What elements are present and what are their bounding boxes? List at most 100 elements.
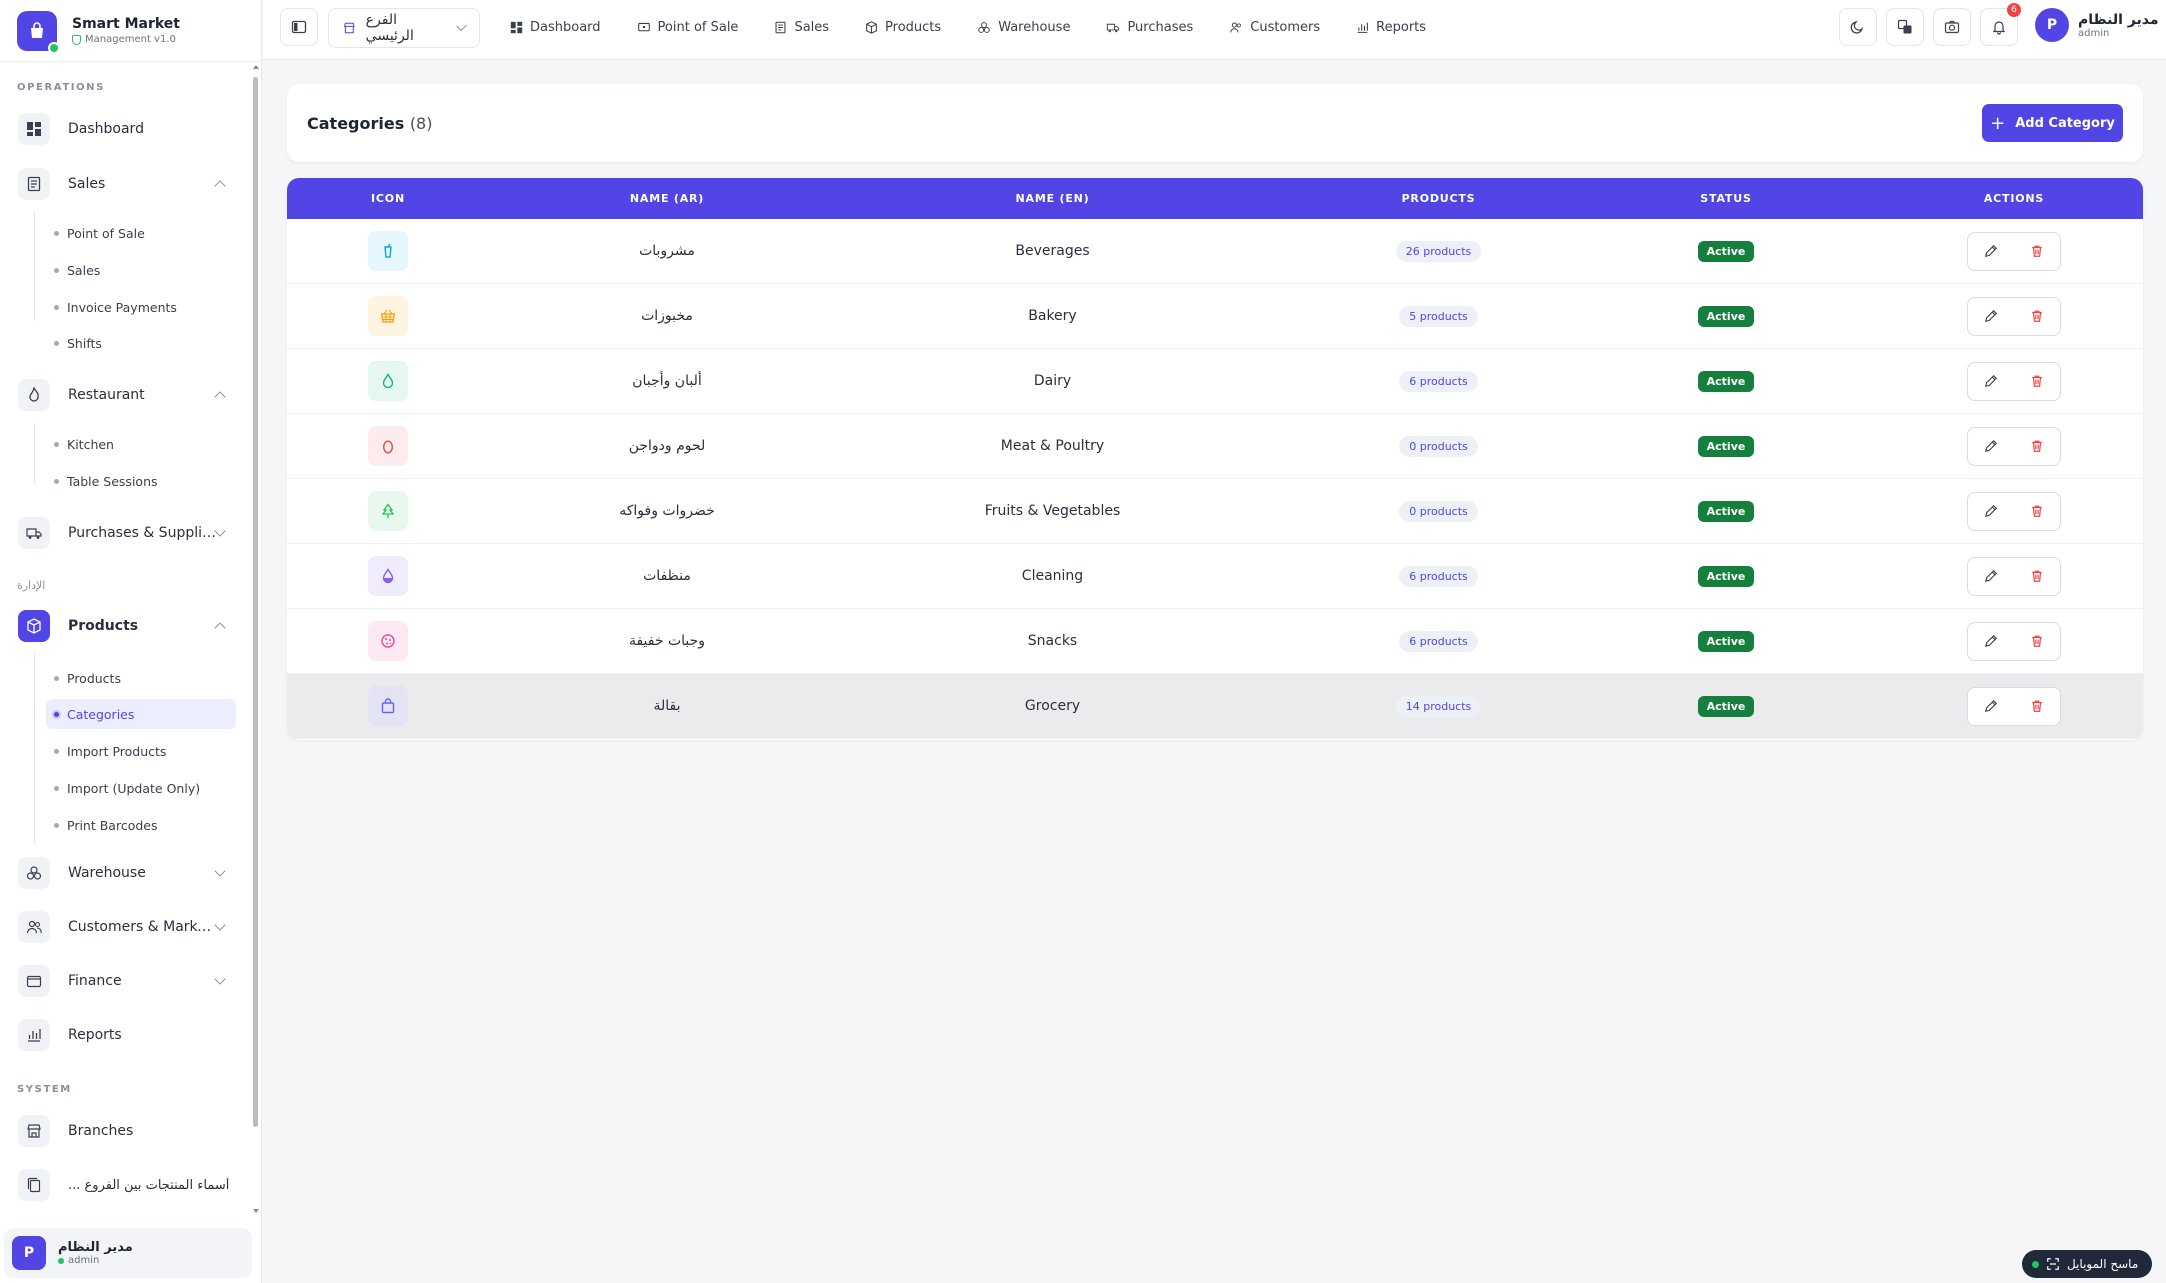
sidebar-item-purchases[interactable]: Purchases & Suppliers — [14, 512, 238, 554]
sidebar-item-sales[interactable]: Sales — [14, 163, 238, 205]
edit-button[interactable] — [1968, 493, 2014, 530]
cup-icon — [368, 231, 408, 271]
table-header: ICON NAME (AR) NAME (EN) PRODUCTS STATUS… — [287, 178, 2143, 219]
scrollbar-thumb[interactable] — [253, 77, 258, 1127]
cell-name-en: Bakery — [1028, 308, 1077, 324]
language-button[interactable] — [1886, 8, 1924, 46]
sidebar-toggle-icon — [291, 20, 307, 34]
truck-icon — [1107, 23, 1120, 32]
sidebar-item-products[interactable]: Products — [14, 605, 238, 647]
sidebar-item-label: Warehouse — [68, 865, 146, 881]
top-nav-pos[interactable]: Point of Sale — [637, 20, 738, 35]
brand-name: Smart Market — [72, 16, 180, 32]
sidebar-sub-print-barcodes[interactable]: Print Barcodes — [46, 810, 236, 840]
sidebar-item-branch-products[interactable]: ... أسماء المنتجات بين الفروع — [14, 1164, 238, 1206]
delete-button[interactable] — [2014, 428, 2060, 465]
theme-toggle-button[interactable] — [1839, 8, 1877, 46]
pencil-icon — [1984, 309, 1998, 323]
top-nav-purchases[interactable]: Purchases — [1106, 20, 1193, 35]
sidebar-item-label: Sales — [68, 176, 106, 192]
sidebar-user-card[interactable]: P مدير النظام admin — [4, 1228, 252, 1278]
top-nav-customers[interactable]: Customers — [1229, 20, 1320, 35]
sidebar-sub-pos[interactable]: Point of Sale — [46, 218, 236, 248]
mobile-scanner-button[interactable]: ماسح الموبايل — [2022, 1250, 2152, 1278]
notifications-button[interactable]: 6 — [1980, 3, 2021, 46]
sidebar-item-branches[interactable]: Branches — [14, 1110, 238, 1152]
add-category-button[interactable]: + Add Category — [1982, 104, 2123, 142]
delete-button[interactable] — [2014, 298, 2060, 335]
sidebar-item-customers[interactable]: Customers & Marketi... — [14, 906, 238, 948]
top-nav-sales[interactable]: Sales — [774, 20, 829, 35]
boxes-icon — [978, 21, 990, 33]
sidebar-item-label: Customers & Marketi... — [68, 919, 216, 935]
sidebar-item-dashboard[interactable]: Dashboard — [14, 108, 238, 150]
delete-button[interactable] — [2014, 233, 2060, 270]
brand[interactable]: Smart Market Management v1.0 — [0, 0, 261, 62]
chevron-down-icon — [214, 973, 226, 985]
scan-icon — [2047, 1258, 2059, 1270]
chevron-up-icon — [214, 622, 226, 634]
delete-button[interactable] — [2014, 623, 2060, 660]
delete-button[interactable] — [2014, 363, 2060, 400]
user-name: مدير النظام — [58, 1240, 133, 1255]
row-actions — [1967, 296, 2061, 336]
trash-icon — [2032, 310, 2042, 322]
status-dot — [2032, 1260, 2039, 1268]
sidebar-sub-invoice-payments[interactable]: Invoice Payments — [46, 292, 236, 322]
edit-button[interactable] — [1968, 363, 2014, 400]
branch-select[interactable]: الفرع الرئيسي — [328, 8, 480, 48]
sidebar-sub-import-products[interactable]: Import Products — [46, 736, 236, 766]
row-actions — [1967, 491, 2061, 531]
top-nav-warehouse[interactable]: Warehouse — [977, 20, 1070, 35]
sidebar-item-reports[interactable]: Reports — [14, 1014, 238, 1056]
cell-name-en: Fruits & Vegetables — [984, 503, 1121, 519]
dashboard-icon — [18, 113, 50, 145]
tree-icon — [368, 491, 408, 531]
cell-name-ar: لحوم ودواجن — [628, 438, 706, 454]
sidebar-sub-table-sessions[interactable]: Table Sessions — [46, 466, 236, 496]
sidebar-item-label: Branches — [68, 1123, 134, 1139]
trash-icon — [2032, 375, 2042, 387]
trash-icon — [2032, 570, 2042, 582]
products-count-badge: 0 products — [1399, 435, 1478, 457]
edit-button[interactable] — [1968, 298, 2014, 335]
sidebar-item-finance[interactable]: Finance — [14, 960, 238, 1002]
chevron-down-icon — [214, 919, 226, 931]
delete-button[interactable] — [2014, 493, 2060, 530]
delete-button[interactable] — [2014, 558, 2060, 595]
top-nav-dashboard[interactable]: Dashboard — [510, 20, 601, 35]
status-badge: Active — [1697, 630, 1755, 652]
top-user-menu[interactable]: P مدير النظام admin — [2035, 8, 2159, 42]
toggle-sidebar-button[interactable] — [280, 8, 318, 46]
section-admin: الإدارة — [17, 579, 46, 592]
products-count-badge: 6 products — [1399, 565, 1478, 587]
row-actions — [1967, 361, 2061, 401]
cell-name-ar: مشروبات — [639, 243, 695, 259]
top-user-role: admin — [2078, 27, 2110, 39]
bag-icon — [368, 686, 408, 726]
cell-name-en: Snacks — [1027, 633, 1078, 649]
sidebar-item-restaurant[interactable]: Restaurant — [14, 374, 238, 416]
edit-button[interactable] — [1968, 233, 2014, 270]
top-nav-products[interactable]: Products — [865, 20, 941, 35]
sidebar-item-warehouse[interactable]: Warehouse — [14, 852, 238, 894]
sidebar-scrollbar[interactable] — [252, 63, 260, 1215]
cell-name-en: Dairy — [1033, 373, 1072, 389]
top-nav-reports[interactable]: Reports — [1356, 20, 1426, 35]
sidebar-sub-kitchen[interactable]: Kitchen — [46, 429, 236, 459]
row-actions — [1967, 556, 2061, 596]
sidebar-sub-import-update[interactable]: Import (Update Only) — [46, 773, 236, 803]
edit-button[interactable] — [1968, 558, 2014, 595]
sidebar-sub-shifts[interactable]: Shifts — [46, 328, 236, 358]
edit-button[interactable] — [1968, 688, 2014, 725]
camera-button[interactable] — [1933, 8, 1971, 46]
edit-button[interactable] — [1968, 623, 2014, 660]
pencil-icon — [1984, 634, 1998, 648]
sidebar-sub-categories[interactable]: Categories — [46, 699, 236, 729]
delete-button[interactable] — [2014, 688, 2060, 725]
drop-icon — [368, 361, 408, 401]
row-actions — [1967, 231, 2061, 271]
sidebar-sub-sales[interactable]: Sales — [46, 255, 236, 285]
sidebar-sub-products[interactable]: Products — [46, 663, 236, 693]
edit-button[interactable] — [1968, 428, 2014, 465]
